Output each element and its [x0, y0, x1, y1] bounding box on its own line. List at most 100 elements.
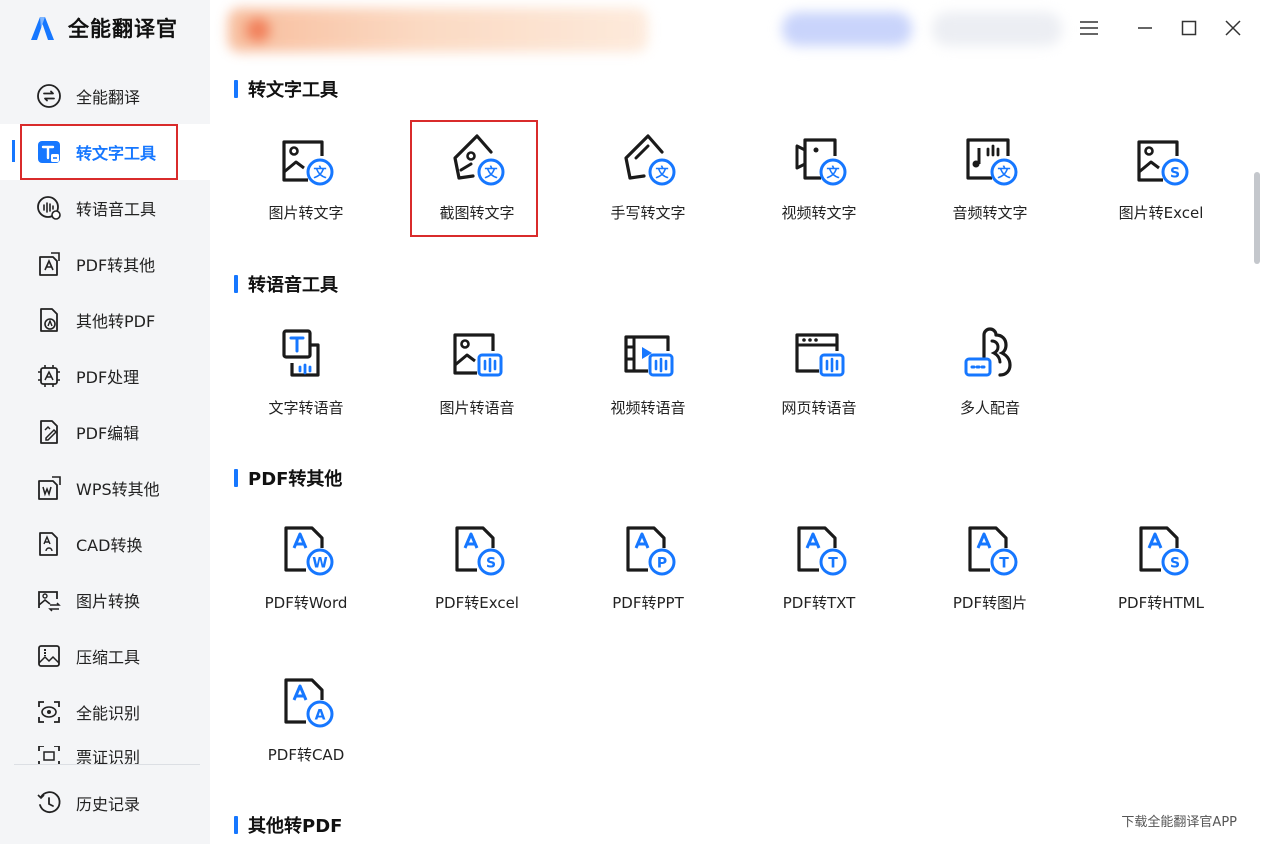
image-to-speech-icon	[453, 333, 503, 377]
download-app-link[interactable]: 下载全能翻译官APP	[1121, 811, 1237, 830]
svg-text:S: S	[1170, 166, 1180, 182]
pdf-process-icon	[36, 363, 62, 389]
tool-text-to-speech[interactable]: 文字转语音	[244, 313, 368, 433]
tool-webpage-to-speech[interactable]: 网页转语音	[757, 313, 881, 433]
tool-multi-voice-dubbing[interactable]: 多人配音	[928, 313, 1052, 433]
maximize-icon	[1181, 20, 1197, 36]
svg-text:S: S	[1170, 556, 1180, 572]
sidebar-item-label: 转语音工具	[76, 200, 157, 219]
sidebar-item-translate[interactable]: 全能翻译	[0, 68, 210, 124]
sidebar: 全能翻译官 全能翻译 转文字工具 转语音工具 PDF转其他 其他转PDF PDF…	[0, 0, 210, 844]
sidebar-item-label: CAD转换	[76, 536, 143, 555]
image-convert-icon	[36, 587, 62, 613]
sidebar-item-pdf-edit[interactable]: PDF编辑	[0, 404, 210, 460]
menu-button[interactable]	[1073, 10, 1105, 46]
blurred-button-secondary[interactable]	[932, 12, 1062, 46]
sidebar-item-label: PDF处理	[76, 368, 140, 387]
voice-icon	[36, 195, 62, 221]
translate-icon	[36, 83, 62, 109]
sidebar-item-history[interactable]: 历史记录	[0, 775, 210, 831]
sidebar-item-compress[interactable]: 压缩工具	[0, 628, 210, 684]
sidebar-item-other-to-pdf[interactable]: 其他转PDF	[0, 292, 210, 348]
sidebar-item-label: 全能翻译	[76, 88, 141, 107]
tool-label: 图片转文字	[268, 204, 344, 222]
tool-handwriting-to-text[interactable]: 文 手写转文字	[586, 118, 710, 238]
sidebar-item-pdf-process[interactable]: PDF处理	[0, 348, 210, 404]
sidebar-item-wps[interactable]: WPS转其他	[0, 460, 210, 516]
sidebar-item-label: 转文字工具	[76, 144, 157, 163]
tool-label: PDF转CAD	[267, 746, 345, 764]
blurred-button-primary[interactable]	[782, 12, 912, 46]
sidebar-item-cad[interactable]: CAD转换	[0, 516, 210, 572]
sidebar-item-voice-tools[interactable]: 转语音工具	[0, 180, 210, 236]
tool-screenshot-to-text[interactable]: 文 截图转文字	[415, 118, 539, 238]
pdf-to-txt-icon: T	[797, 526, 847, 576]
pdf-to-image-icon: T	[968, 526, 1018, 576]
tool-video-to-text[interactable]: 文 视频转文字	[757, 118, 881, 238]
tool-pdf-to-txt[interactable]: T PDF转TXT	[757, 508, 881, 628]
maximize-button[interactable]	[1173, 10, 1205, 46]
tool-label: PDF转PPT	[612, 594, 684, 612]
minimize-button[interactable]	[1129, 10, 1161, 46]
tool-pdf-to-image[interactable]: T PDF转图片	[928, 508, 1052, 628]
tool-label: PDF转Excel	[435, 594, 519, 612]
tool-label: 文字转语音	[268, 399, 344, 417]
pdf-edit-icon	[36, 419, 62, 445]
text-tool-icon	[36, 139, 62, 165]
screenshot-to-text-icon: 文	[453, 134, 505, 186]
pdf-export-icon	[36, 251, 62, 277]
tool-label: 手写转文字	[610, 204, 686, 222]
app-name: 全能翻译官	[68, 17, 178, 41]
hamburger-icon	[1080, 21, 1098, 35]
recognize-icon	[36, 699, 62, 725]
tool-pdf-to-ppt[interactable]: P PDF转PPT	[586, 508, 710, 628]
to-pdf-icon	[36, 307, 62, 333]
tool-image-to-excel[interactable]: S 图片转Excel	[1099, 118, 1223, 238]
tool-pdf-to-word[interactable]: W PDF转Word	[244, 508, 368, 628]
sidebar-item-ticket[interactable]: 票证识别	[0, 746, 210, 764]
pdf-to-cad-icon: A	[284, 678, 334, 728]
tool-audio-to-text[interactable]: 文 音频转文字	[928, 118, 1052, 238]
sidebar-item-image-convert[interactable]: 图片转换	[0, 572, 210, 628]
app-logo-icon	[31, 17, 54, 40]
tool-pdf-to-html[interactable]: S PDF转HTML	[1099, 508, 1223, 628]
handwriting-to-text-icon: 文	[624, 134, 676, 186]
tool-pdf-to-excel[interactable]: S PDF转Excel	[415, 508, 539, 628]
top-bar	[210, 0, 1267, 56]
cad-icon	[36, 531, 62, 557]
tool-image-to-speech[interactable]: 图片转语音	[415, 313, 539, 433]
sidebar-item-pdf-to-other[interactable]: PDF转其他	[0, 236, 210, 292]
sidebar-nav: 全能翻译 转文字工具 转语音工具 PDF转其他 其他转PDF PDF处理 PDF…	[0, 68, 210, 740]
tool-video-to-speech[interactable]: 视频转语音	[586, 313, 710, 433]
sidebar-item-label: 历史记录	[76, 795, 141, 814]
compress-icon	[36, 643, 62, 669]
tool-label: PDF转TXT	[782, 594, 856, 612]
scrollbar-thumb[interactable]	[1254, 172, 1260, 264]
minimize-icon	[1138, 27, 1152, 29]
section-title-other-to-pdf: 其他转PDF	[234, 814, 342, 837]
sidebar-item-label: PDF转其他	[76, 256, 156, 275]
sidebar-item-label: PDF编辑	[76, 424, 140, 443]
svg-text:文: 文	[313, 165, 327, 181]
audio-to-text-icon: 文	[966, 138, 1018, 186]
sidebar-item-label: 压缩工具	[76, 648, 141, 667]
tool-label: 网页转语音	[781, 399, 857, 417]
svg-text:T: T	[828, 556, 838, 572]
tool-image-to-text[interactable]: 文 图片转文字	[244, 118, 368, 238]
multi-voice-icon	[964, 327, 1012, 377]
webpage-to-speech-icon	[795, 333, 845, 377]
section-title-voice-tools: 转语音工具	[234, 273, 338, 296]
pdf-to-ppt-icon: P	[626, 526, 676, 576]
history-icon	[36, 790, 62, 816]
tool-label: PDF转Word	[264, 594, 348, 612]
tool-pdf-to-cad[interactable]: A PDF转CAD	[244, 660, 368, 780]
tool-label: 视频转语音	[610, 399, 686, 417]
sidebar-item-label: WPS转其他	[76, 480, 160, 499]
pdf-to-word-icon: W	[284, 526, 334, 576]
sidebar-item-recognize[interactable]: 全能识别	[0, 684, 210, 740]
image-to-text-icon: 文	[282, 140, 334, 186]
tool-label: 图片转语音	[439, 399, 515, 417]
blurred-banner[interactable]	[228, 8, 648, 52]
close-button[interactable]	[1217, 10, 1249, 46]
sidebar-item-text-tools[interactable]: 转文字工具	[0, 124, 210, 180]
